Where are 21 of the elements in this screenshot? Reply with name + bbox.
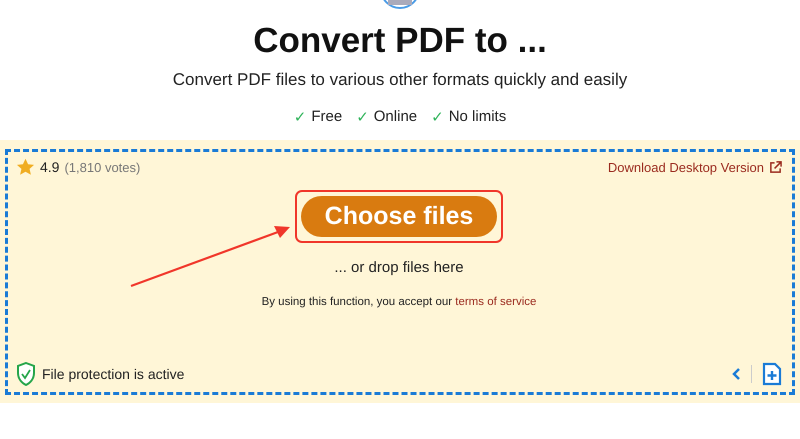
check-mark: ✓ xyxy=(431,108,444,126)
vote-count: (1,810 votes) xyxy=(64,160,140,174)
external-link-icon xyxy=(769,160,782,174)
chevron-left-icon[interactable] xyxy=(731,367,741,381)
feature-label: Online xyxy=(374,108,418,126)
feature-label: Free xyxy=(311,108,342,126)
protection-status: File protection is active xyxy=(42,366,184,382)
shield-check-icon xyxy=(16,362,36,386)
add-file-icon[interactable] xyxy=(762,362,782,386)
check-mark: ✓ xyxy=(356,108,369,126)
feature-label: No limits xyxy=(448,108,506,126)
terms-text: By using this function, you accept our terms of service xyxy=(262,296,536,308)
page-subtitle: Convert PDF files to various other formats quickly and easily xyxy=(172,70,628,90)
rating-value: 4.9 xyxy=(40,159,60,175)
download-link[interactable]: Download Desktop Version xyxy=(608,160,782,174)
page-title: Convert PDF to ... xyxy=(253,21,547,61)
star-icon xyxy=(16,158,35,176)
drop-hint: ... or drop files here xyxy=(334,259,464,276)
terms-link[interactable]: terms of service xyxy=(455,296,536,308)
drop-zone[interactable]: 4.9 (1,810 votes) Download Desktop Version Choose files ... or drop files here By using this function, you accept our terms of service File protection is active xyxy=(5,149,795,395)
check-mark: ✓ xyxy=(294,108,306,126)
